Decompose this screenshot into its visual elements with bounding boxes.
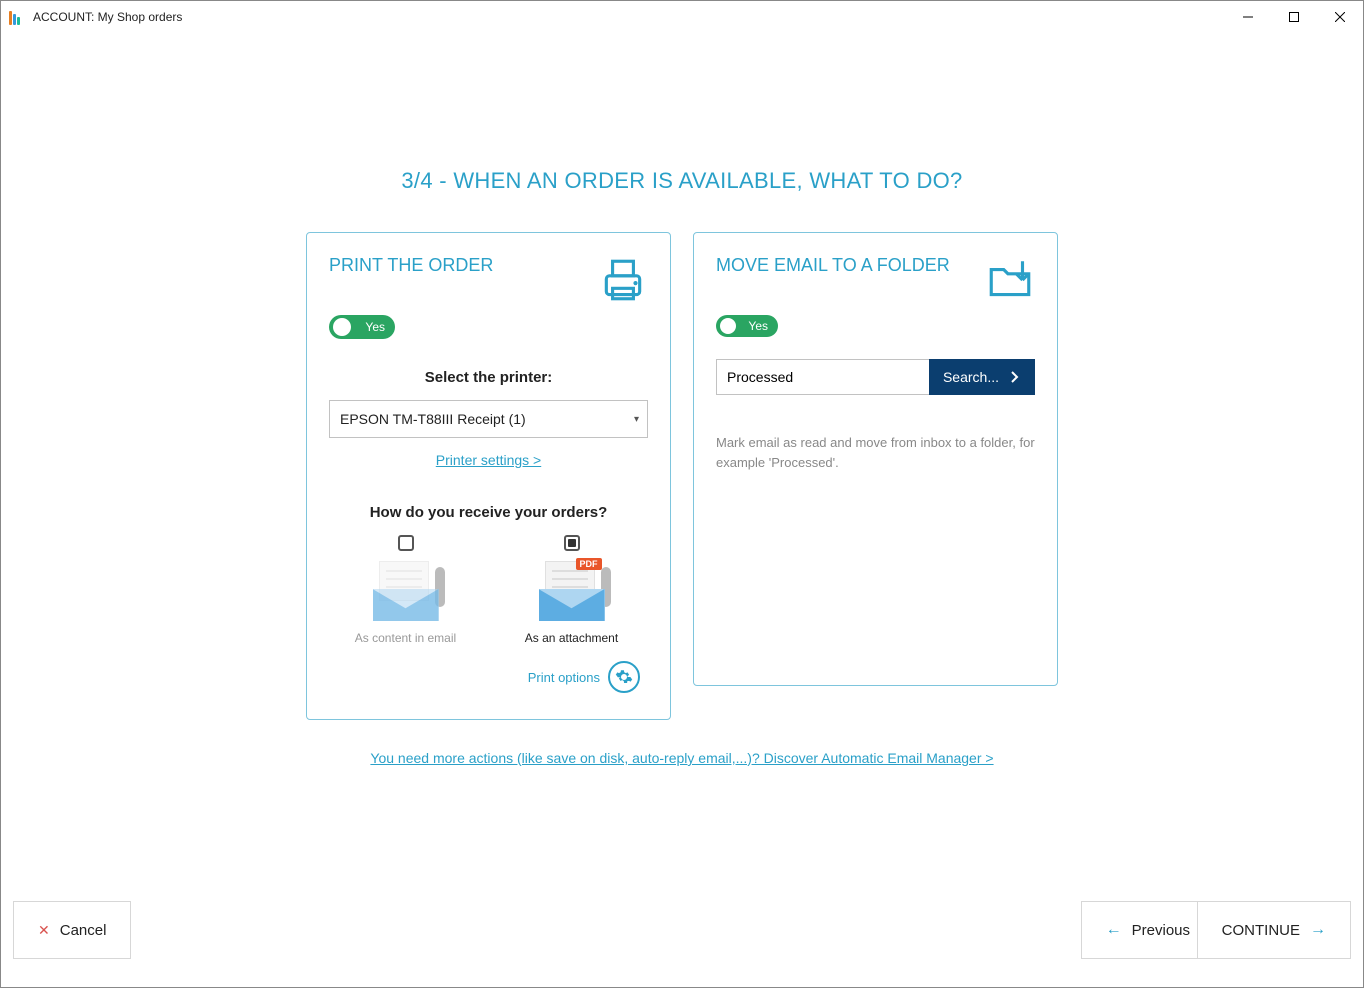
folder-input[interactable] <box>716 359 929 395</box>
print-options-text: Print options <box>528 670 600 685</box>
footer: ✕ Cancel ← Previous CONTINUE → <box>1 877 1363 987</box>
search-button[interactable]: Search... <box>929 359 1035 395</box>
previous-button[interactable]: ← Previous <box>1081 901 1215 959</box>
move-hint: Mark email as read and move from inbox t… <box>716 433 1035 472</box>
move-toggle[interactable]: Yes <box>716 315 778 337</box>
close-icon <box>1335 12 1345 22</box>
envelope-content-icon <box>365 561 447 621</box>
move-card-title: MOVE EMAIL TO A FOLDER <box>716 255 950 276</box>
continue-label: CONTINUE <box>1222 922 1300 939</box>
printer-selected-value: EPSON TM-T88III Receipt (1) <box>340 411 526 427</box>
cancel-label: Cancel <box>60 922 107 939</box>
toggle-label: Yes <box>748 319 768 333</box>
minimize-icon <box>1243 12 1253 22</box>
printer-select-label: Select the printer: <box>329 369 648 386</box>
arrow-left-icon: ← <box>1106 921 1122 939</box>
chevron-right-icon <box>1009 371 1021 383</box>
move-email-card: MOVE EMAIL TO A FOLDER Yes Search... Mar… <box>693 232 1058 686</box>
maximize-icon <box>1289 12 1299 22</box>
titlebar: ACCOUNT: My Shop orders <box>1 1 1363 33</box>
print-options-link[interactable]: Print options <box>329 661 648 693</box>
toggle-knob <box>333 318 351 336</box>
option-attachment-caption: As an attachment <box>512 631 632 645</box>
printer-settings-link[interactable]: Printer settings > <box>329 452 648 468</box>
window-controls <box>1225 1 1363 33</box>
option-attachment[interactable]: As an attachment <box>512 535 632 645</box>
print-card-title: PRINT THE ORDER <box>329 255 493 276</box>
receive-orders-label: How do you receive your orders? <box>329 504 648 521</box>
cancel-x-icon: ✕ <box>38 922 50 939</box>
toggle-label: Yes <box>365 320 385 334</box>
cards-row: PRINT THE ORDER Yes Select the printer: … <box>1 232 1363 720</box>
continue-button[interactable]: CONTINUE → <box>1197 901 1351 959</box>
print-toggle[interactable]: Yes <box>329 315 395 339</box>
arrow-right-icon: → <box>1310 921 1326 939</box>
folder-download-icon <box>985 255 1035 305</box>
discover-row: You need more actions (like save on disk… <box>1 750 1363 768</box>
previous-label: Previous <box>1132 922 1190 939</box>
app-icon <box>9 9 25 25</box>
minimize-button[interactable] <box>1225 1 1271 33</box>
checkbox-content[interactable] <box>398 535 414 551</box>
window-title: ACCOUNT: My Shop orders <box>33 10 182 24</box>
envelope-attachment-icon <box>531 561 613 621</box>
gear-icon <box>608 661 640 693</box>
option-content-caption: As content in email <box>346 631 466 645</box>
toggle-knob <box>720 318 736 334</box>
cancel-button[interactable]: ✕ Cancel <box>13 901 131 959</box>
printer-select[interactable]: EPSON TM-T88III Receipt (1) ▾ <box>329 400 648 438</box>
chevron-down-icon: ▾ <box>634 414 639 425</box>
option-content-email[interactable]: As content in email <box>346 535 466 645</box>
discover-link[interactable]: You need more actions (like save on disk… <box>370 750 993 766</box>
page-heading: 3/4 - WHEN AN ORDER IS AVAILABLE, WHAT T… <box>1 168 1363 194</box>
print-order-card: PRINT THE ORDER Yes Select the printer: … <box>306 232 671 720</box>
checkbox-attachment[interactable] <box>564 535 580 551</box>
close-button[interactable] <box>1317 1 1363 33</box>
printer-icon <box>598 255 648 305</box>
maximize-button[interactable] <box>1271 1 1317 33</box>
search-button-label: Search... <box>943 369 999 385</box>
